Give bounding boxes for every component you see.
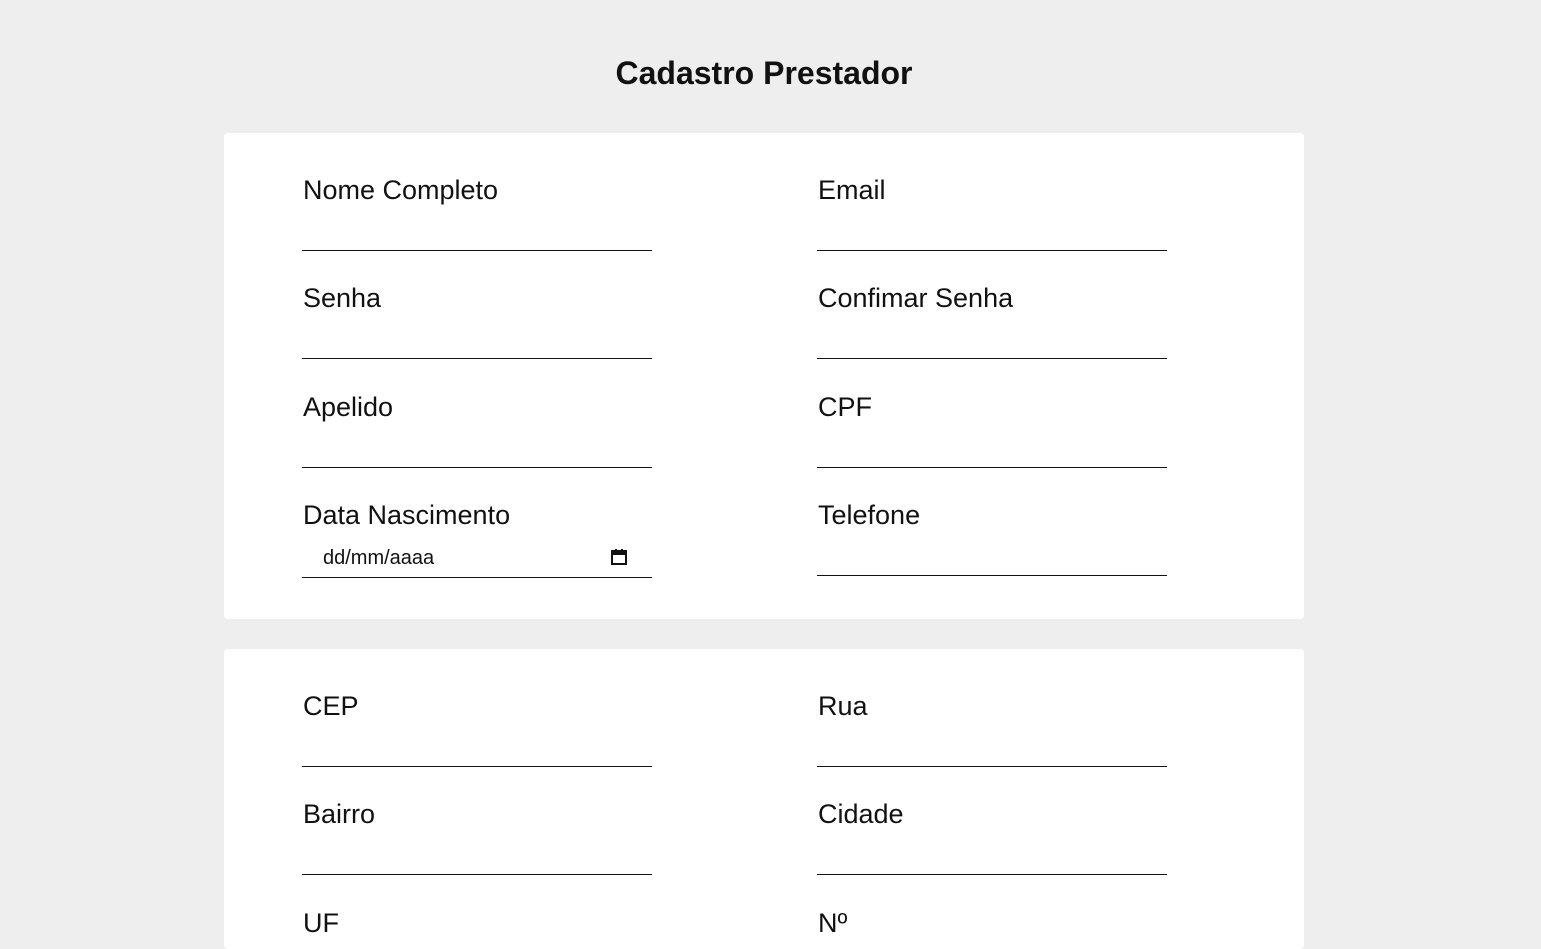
data-nascimento-label: Data Nascimento bbox=[303, 500, 511, 530]
address-card: CEP Rua Bairro Cidade UF Nº bbox=[224, 649, 1304, 949]
email-label: Email bbox=[818, 175, 886, 205]
nome-completo-input[interactable] bbox=[302, 214, 652, 251]
cidade-label: Cidade bbox=[818, 799, 904, 829]
cep-input[interactable] bbox=[302, 730, 652, 767]
cpf-label: CPF bbox=[818, 392, 872, 422]
personal-info-card: Nome Completo Email Senha Confimar Senha… bbox=[224, 133, 1304, 619]
email-input[interactable] bbox=[817, 214, 1167, 251]
date-placeholder: dd/mm/aaaa bbox=[323, 547, 435, 569]
numero-label: Nº bbox=[818, 908, 848, 938]
senha-label: Senha bbox=[303, 283, 382, 313]
cep-label: CEP bbox=[303, 691, 359, 721]
confirmar-senha-input[interactable] bbox=[817, 322, 1167, 359]
telefone-label: Telefone bbox=[818, 500, 921, 530]
rua-input[interactable] bbox=[817, 730, 1167, 767]
uf-label: UF bbox=[303, 908, 339, 938]
calendar-icon[interactable] bbox=[610, 548, 628, 566]
nome-completo-label: Nome Completo bbox=[303, 175, 499, 205]
bairro-input[interactable] bbox=[302, 838, 652, 875]
apelido-label: Apelido bbox=[303, 392, 394, 422]
rua-label: Rua bbox=[818, 691, 868, 721]
page-title: Cadastro Prestador bbox=[615, 55, 913, 91]
data-nascimento-input[interactable]: dd/mm/aaaa bbox=[302, 539, 652, 578]
cidade-input[interactable] bbox=[817, 838, 1167, 875]
senha-input[interactable] bbox=[302, 322, 652, 359]
bairro-label: Bairro bbox=[303, 799, 376, 829]
cpf-input[interactable] bbox=[817, 431, 1167, 468]
telefone-input[interactable] bbox=[817, 539, 1167, 576]
confirmar-senha-label: Confimar Senha bbox=[818, 283, 1014, 313]
apelido-input[interactable] bbox=[302, 431, 652, 468]
